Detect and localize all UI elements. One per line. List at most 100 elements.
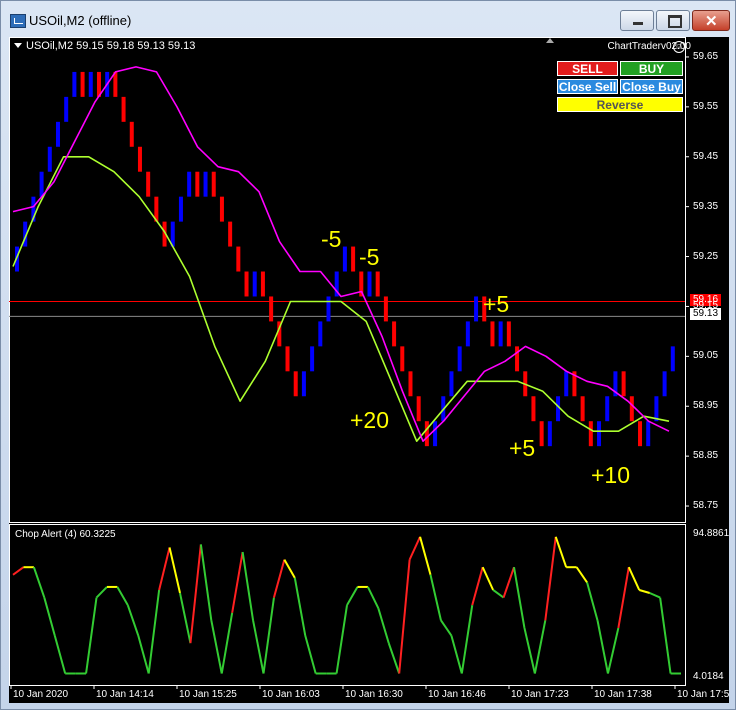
renko-down-bar [375, 271, 380, 297]
y-tick-label: 59.05 [693, 350, 719, 362]
chop-indicator-segment [116, 586, 129, 606]
renko-up-bar [564, 371, 569, 397]
chop-indicator-segment [199, 544, 213, 621]
chop-indicator-segment [492, 589, 505, 599]
renko-down-bar [269, 296, 274, 322]
chop-indicator-segment [95, 586, 108, 599]
renko-up-bar [433, 421, 438, 447]
chop-indicator-segment [293, 577, 307, 636]
chop-indicator-segment [638, 589, 650, 594]
chop-indicator-segment [502, 566, 515, 598]
renko-up-bar [301, 371, 306, 397]
renko-up-bar [310, 346, 315, 372]
chart-menu-arrow-icon[interactable] [14, 43, 22, 48]
renko-down-bar [588, 421, 593, 447]
renko-down-bar [392, 321, 397, 347]
chop-indicator-segment [460, 605, 474, 674]
renko-down-bar [113, 71, 118, 97]
one-click-trading-toggle-icon[interactable] [546, 38, 554, 43]
chart-area[interactable]: USOil,M2 59.15 59.18 59.13 59.13 ChartTr… [9, 37, 729, 703]
chop-indicator-segment [346, 586, 359, 606]
x-tick-label: 10 Jan 15:25 [179, 689, 237, 700]
chop-indicator-segment [283, 559, 296, 579]
chop-indicator-segment [513, 567, 526, 629]
minimize-button[interactable] [620, 10, 654, 31]
renko-down-bar [531, 396, 536, 422]
renko-up-bar [597, 421, 602, 447]
chop-indicator-segment [43, 597, 56, 636]
y-tick-label: 59.45 [693, 150, 719, 162]
slow-moving-average-line [12, 156, 670, 443]
chop-indicator-segment [408, 536, 421, 561]
chop-indicator-segment [523, 627, 536, 674]
chop-indicator-segment [398, 559, 411, 674]
renko-up-bar [465, 321, 470, 347]
chop-indicator-segment [533, 620, 547, 674]
close-sell-button[interactable]: Close Sell [557, 79, 618, 94]
chop-indicator-segment [575, 566, 588, 583]
chop-indicator-segment [12, 566, 25, 576]
renko-up-bar [88, 71, 93, 97]
chop-indicator-segment [377, 607, 390, 644]
chop-indicator-segment [450, 635, 463, 674]
close-button[interactable]: ✕ [692, 10, 730, 31]
chop-indicator-segment [419, 536, 432, 576]
renko-down-bar [506, 321, 511, 347]
renko-down-bar [219, 196, 224, 222]
terminal-window: USOil,M2 (offline) ✕ USOil,M2 59.15 59.1… [0, 0, 736, 710]
renko-up-bar [547, 421, 552, 447]
chop-indicator-segment [32, 566, 46, 598]
sell-button[interactable]: SELL [557, 61, 618, 76]
buy-button[interactable]: BUY [620, 61, 683, 76]
minimize-icon [633, 22, 643, 25]
renko-up-bar [72, 71, 77, 97]
renko-up-bar [252, 271, 257, 297]
renko-down-bar [416, 396, 421, 422]
renko-up-bar [670, 346, 675, 372]
renko-down-bar [137, 146, 142, 172]
x-tick-label: 10 Jan 17:55 [677, 689, 729, 700]
x-tick-label: 10 Jan 16:03 [262, 689, 320, 700]
x-tick-label: 10 Jan 17:23 [511, 689, 569, 700]
y-tick-label: 59.65 [693, 50, 719, 62]
trade-annotation: -5 [359, 244, 380, 270]
chop-indicator-segment [471, 566, 484, 606]
renko-up-bar [605, 396, 610, 422]
renko-up-bar [326, 296, 331, 322]
chop-indicator-segment [189, 544, 202, 644]
indicator-max-label: 94.8861 [693, 528, 729, 539]
chop-indicator-segment [252, 620, 265, 674]
close-buy-button[interactable]: Close Buy [620, 79, 683, 94]
title-bar[interactable]: USOil,M2 (offline) ✕ [1, 1, 735, 37]
chop-indicator-segment [544, 536, 557, 621]
chop-indicator-segment [304, 635, 317, 674]
chop-indicator-segment [627, 566, 641, 591]
y-tick-label: 58.85 [693, 450, 719, 462]
trade-annotation: -5 [321, 226, 342, 252]
chop-indicator-segment [335, 605, 348, 674]
renko-up-bar [187, 171, 192, 197]
chop-indicator-segment [649, 592, 661, 599]
indicator-label: Chop Alert (4) 60.3225 [15, 529, 116, 540]
chop-indicator-segment [231, 551, 244, 613]
maximize-button[interactable] [656, 10, 690, 31]
renko-up-bar [457, 346, 462, 372]
window-title: USOil,M2 (offline) [29, 13, 132, 28]
symbol-info: USOil,M2 59.15 59.18 59.13 59.13 [26, 40, 196, 52]
indicator-min-label: 4.0184 [693, 671, 724, 682]
renko-down-bar [539, 421, 544, 447]
chart-window-icon [10, 14, 26, 28]
reverse-button[interactable]: Reverse [557, 97, 683, 112]
chart-canvas[interactable] [9, 37, 729, 703]
y-tick-label: 59.15 [693, 300, 719, 312]
chop-indicator-segment [429, 574, 442, 621]
renko-up-bar [47, 146, 52, 172]
chop-indicator-segment [53, 635, 67, 674]
chop-indicator-segment [126, 604, 140, 636]
renko-up-bar [449, 371, 454, 397]
renko-up-bar [64, 96, 69, 122]
renko-down-bar [236, 246, 241, 272]
x-tick-label: 10 Jan 16:46 [428, 689, 486, 700]
renko-up-bar [367, 271, 372, 297]
renko-down-bar [80, 71, 85, 97]
